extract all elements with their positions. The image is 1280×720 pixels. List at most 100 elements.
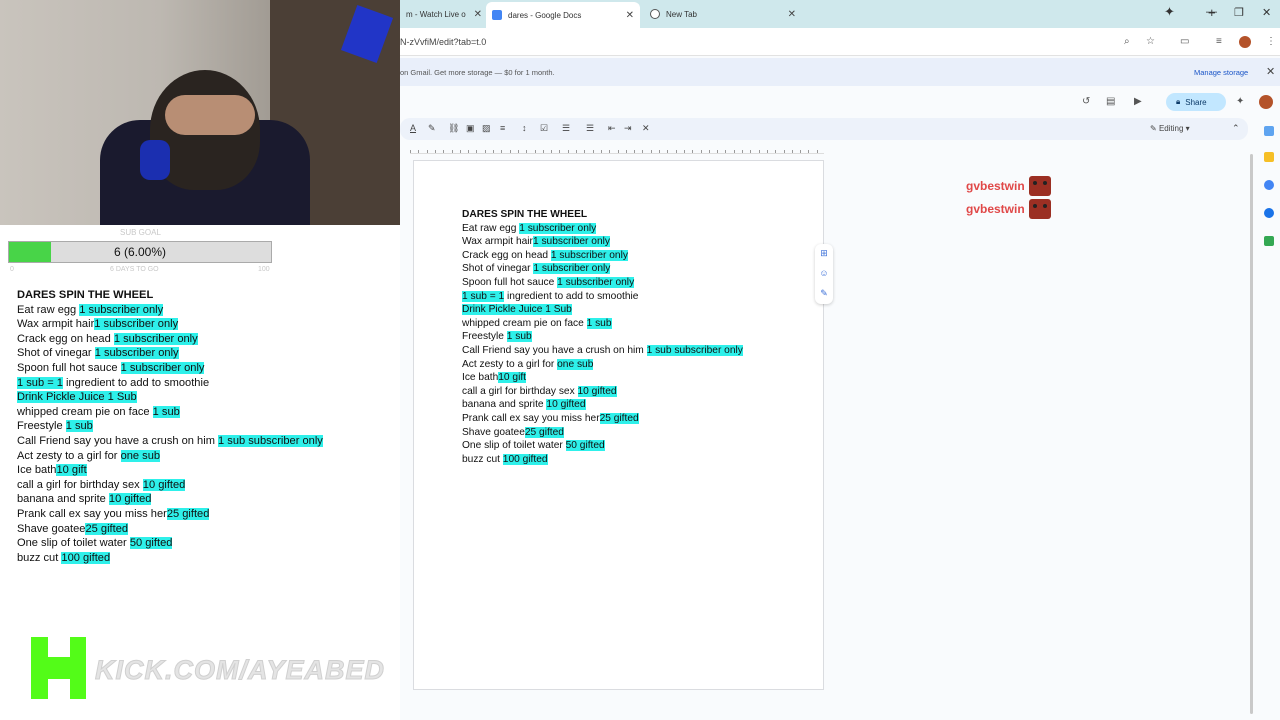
- profile-avatar[interactable]: [1259, 95, 1273, 109]
- close-icon[interactable]: ✕: [626, 10, 634, 21]
- suggest-edit-icon[interactable]: ✎: [819, 288, 829, 298]
- doc-line[interactable]: Act zesty to a girl for one sub: [462, 358, 743, 372]
- highlight-icon[interactable]: ✎: [428, 123, 436, 134]
- keep-icon[interactable]: [1264, 152, 1274, 162]
- editing-mode-dropdown[interactable]: ✎ Editing ▾: [1150, 124, 1190, 133]
- doc-line[interactable]: DARES SPIN THE WHEEL: [462, 208, 743, 222]
- chrome-icon: [650, 9, 660, 19]
- overlay-line: Prank call ex say you miss her25 gifted: [17, 507, 323, 522]
- image-icon[interactable]: ▨: [482, 123, 491, 134]
- doc-line[interactable]: 1 sub = 1 ingredient to add to smoothie: [462, 290, 743, 304]
- minimize-icon[interactable]: —: [1206, 6, 1217, 18]
- doc-line[interactable]: buzz cut 100 gifted: [462, 453, 743, 467]
- link-icon[interactable]: ⛓: [448, 123, 459, 134]
- document-page[interactable]: DARES SPIN THE WHEEL Eat raw egg 1 subscr…: [413, 160, 824, 690]
- ruler-tick: [567, 150, 569, 153]
- goal-max: 100: [258, 266, 270, 273]
- profile-avatar[interactable]: [1239, 36, 1251, 48]
- dare-text: Freestyle: [462, 331, 507, 343]
- tab-kick[interactable]: m - Watch Live o ✕: [400, 3, 488, 25]
- clear-format-icon[interactable]: ✕: [642, 123, 650, 134]
- doc-line[interactable]: Shave goatee25 gifted: [462, 426, 743, 440]
- contacts-icon[interactable]: [1264, 208, 1274, 218]
- numbered-list-icon[interactable]: ☰: [586, 123, 594, 134]
- doc-line[interactable]: whipped cream pie on face 1 sub: [462, 317, 743, 331]
- ruler[interactable]: [410, 144, 824, 154]
- star-icon[interactable]: ☆: [1146, 36, 1155, 47]
- document-body[interactable]: DARES SPIN THE WHEEL Eat raw egg 1 subscr…: [462, 208, 743, 466]
- close-icon[interactable]: ✕: [474, 9, 482, 20]
- checklist-icon[interactable]: ☑: [540, 123, 548, 134]
- menu-icon[interactable]: ⋮: [1266, 36, 1276, 47]
- doc-line[interactable]: call a girl for birthday sex 10 gifted: [462, 385, 743, 399]
- doc-line[interactable]: Ice bath10 gift: [462, 371, 743, 385]
- align-icon[interactable]: ≡: [500, 123, 505, 133]
- manage-storage-link[interactable]: Manage storage: [1194, 68, 1248, 77]
- doc-line[interactable]: One slip of toilet water 50 gifted: [462, 439, 743, 453]
- sidepanel-icon[interactable]: ▭: [1180, 36, 1189, 47]
- gemini-icon[interactable]: ✦: [1164, 4, 1175, 20]
- kick-url: KICK.COM/AYEABED: [94, 655, 386, 686]
- tab-google-docs[interactable]: dares - Google Docs ✕: [486, 2, 640, 28]
- tab-label: m - Watch Live o: [406, 9, 466, 19]
- chat-username: gvbestwin: [966, 201, 1025, 216]
- overlay-line: Spoon full hot sauce 1 subscriber only: [17, 361, 323, 376]
- history-icon[interactable]: ↺: [1082, 96, 1090, 107]
- overlay-line: Drink Pickle Juice 1 Sub: [17, 390, 323, 405]
- doc-line[interactable]: Crack egg on head 1 subscriber only: [462, 249, 743, 263]
- chat-message: gvbestwin: [966, 174, 1051, 197]
- emoji-icon[interactable]: ☺: [819, 268, 829, 278]
- doc-line[interactable]: banana and sprite 10 gifted: [462, 398, 743, 412]
- overlay-line: Wax armpit hair1 subscriber only: [17, 317, 323, 332]
- comment-icon[interactable]: ▤: [1106, 96, 1115, 107]
- chevron-up-icon[interactable]: ⌃: [1232, 123, 1240, 134]
- dare-text: Act zesty to a girl for: [17, 449, 121, 462]
- maps-icon[interactable]: [1264, 236, 1274, 246]
- dare-text: One slip of toilet water: [17, 537, 130, 550]
- dare-requirement: 1 sub subscriber only: [646, 344, 743, 356]
- ruler-tick: [808, 150, 810, 153]
- doc-line[interactable]: Shot of vinegar 1 subscriber only: [462, 262, 743, 276]
- dare-requirement: 1 subscriber only: [532, 236, 610, 248]
- ruler-tick: [650, 150, 652, 153]
- doc-line[interactable]: Eat raw egg 1 subscriber only: [462, 222, 743, 236]
- doc-line[interactable]: Freestyle 1 sub: [462, 330, 743, 344]
- gemini-icon[interactable]: ✦: [1236, 96, 1244, 107]
- doc-line[interactable]: Prank call ex say you miss her25 gifted: [462, 412, 743, 426]
- zoom-icon[interactable]: ⌕: [1124, 36, 1130, 47]
- tab-new-tab[interactable]: New Tab ✕: [644, 3, 802, 25]
- calendar-icon[interactable]: [1264, 126, 1274, 136]
- share-button[interactable]: 🔒︎ Share: [1166, 93, 1226, 111]
- right-side-panel: [1258, 118, 1280, 518]
- close-icon[interactable]: ✕: [788, 9, 796, 20]
- tasks-icon[interactable]: [1264, 180, 1274, 190]
- ruler-tick: [692, 150, 694, 153]
- scrollbar[interactable]: [1250, 154, 1253, 714]
- overlay-line: Eat raw egg 1 subscriber only: [17, 303, 323, 318]
- insert-comment-icon[interactable]: ▣: [466, 123, 475, 134]
- ruler-tick: [484, 150, 486, 153]
- close-icon[interactable]: ✕: [1266, 65, 1275, 78]
- doc-line[interactable]: Wax armpit hair1 subscriber only: [462, 235, 743, 249]
- doc-line[interactable]: Call Friend say you have a crush on him …: [462, 344, 743, 358]
- doc-line[interactable]: Drink Pickle Juice 1 Sub: [462, 303, 743, 317]
- chat-overlay: gvbestwin gvbestwin: [966, 174, 1051, 220]
- extensions-icon[interactable]: ≡: [1216, 36, 1222, 47]
- window-close-icon[interactable]: ✕: [1262, 6, 1271, 19]
- restore-icon[interactable]: ❐: [1234, 6, 1244, 19]
- meet-icon[interactable]: ▶: [1134, 96, 1142, 107]
- overlay-line: Freestyle 1 sub: [17, 419, 323, 434]
- ruler-tick: [733, 150, 735, 153]
- text-color-icon[interactable]: A: [410, 123, 416, 133]
- add-comment-icon[interactable]: ⊞: [819, 248, 829, 258]
- line-spacing-icon[interactable]: ↕: [522, 123, 527, 133]
- indent-icon[interactable]: ⇥: [624, 123, 632, 134]
- ruler-tick: [476, 150, 478, 153]
- dare-requirement: Drink Pickle Juice 1 Sub: [17, 391, 137, 404]
- outdent-icon[interactable]: ⇤: [608, 123, 616, 134]
- doc-line[interactable]: Spoon full hot sauce 1 subscriber only: [462, 276, 743, 290]
- pencil-icon: ✎: [1150, 124, 1159, 133]
- url-text[interactable]: N-zVvfiM/edit?tab=t.0: [400, 37, 486, 47]
- bullet-list-icon[interactable]: ☰: [562, 123, 570, 134]
- overlay-line: call a girl for birthday sex 10 gifted: [17, 478, 323, 493]
